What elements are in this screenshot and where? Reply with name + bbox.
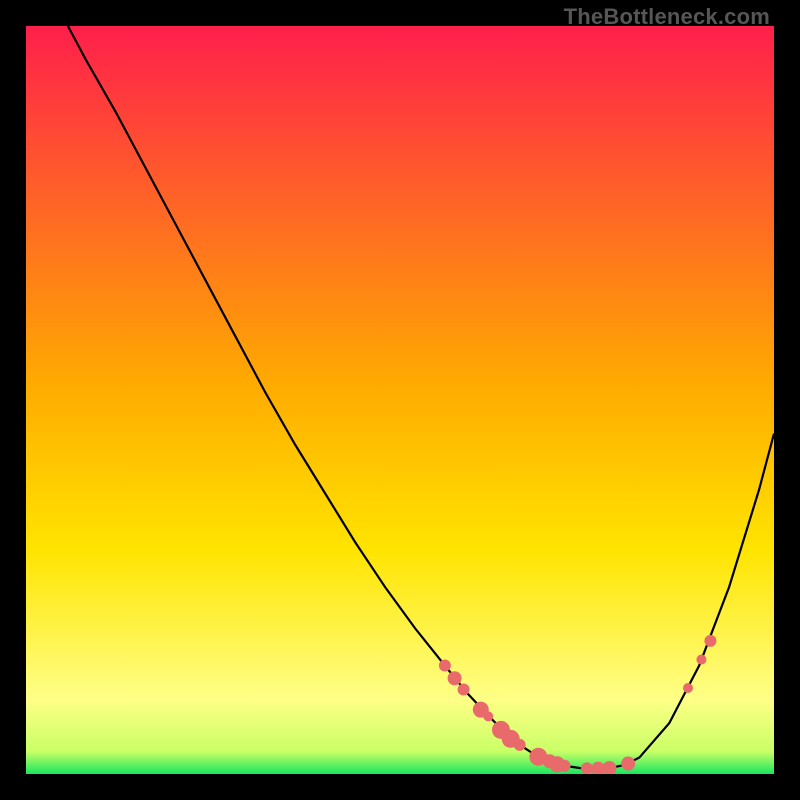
gradient-background [26, 26, 774, 774]
data-marker [448, 671, 462, 685]
data-marker [704, 635, 716, 647]
watermark-text: TheBottleneck.com [564, 4, 770, 30]
bottleneck-chart [26, 26, 774, 774]
data-marker [483, 711, 493, 721]
data-marker [696, 655, 706, 665]
data-marker [621, 757, 635, 771]
data-marker [683, 683, 693, 693]
data-marker [439, 660, 451, 672]
data-marker [514, 739, 526, 751]
chart-frame [26, 26, 774, 774]
data-marker [559, 760, 571, 772]
data-marker [458, 683, 470, 695]
data-marker [581, 762, 593, 774]
